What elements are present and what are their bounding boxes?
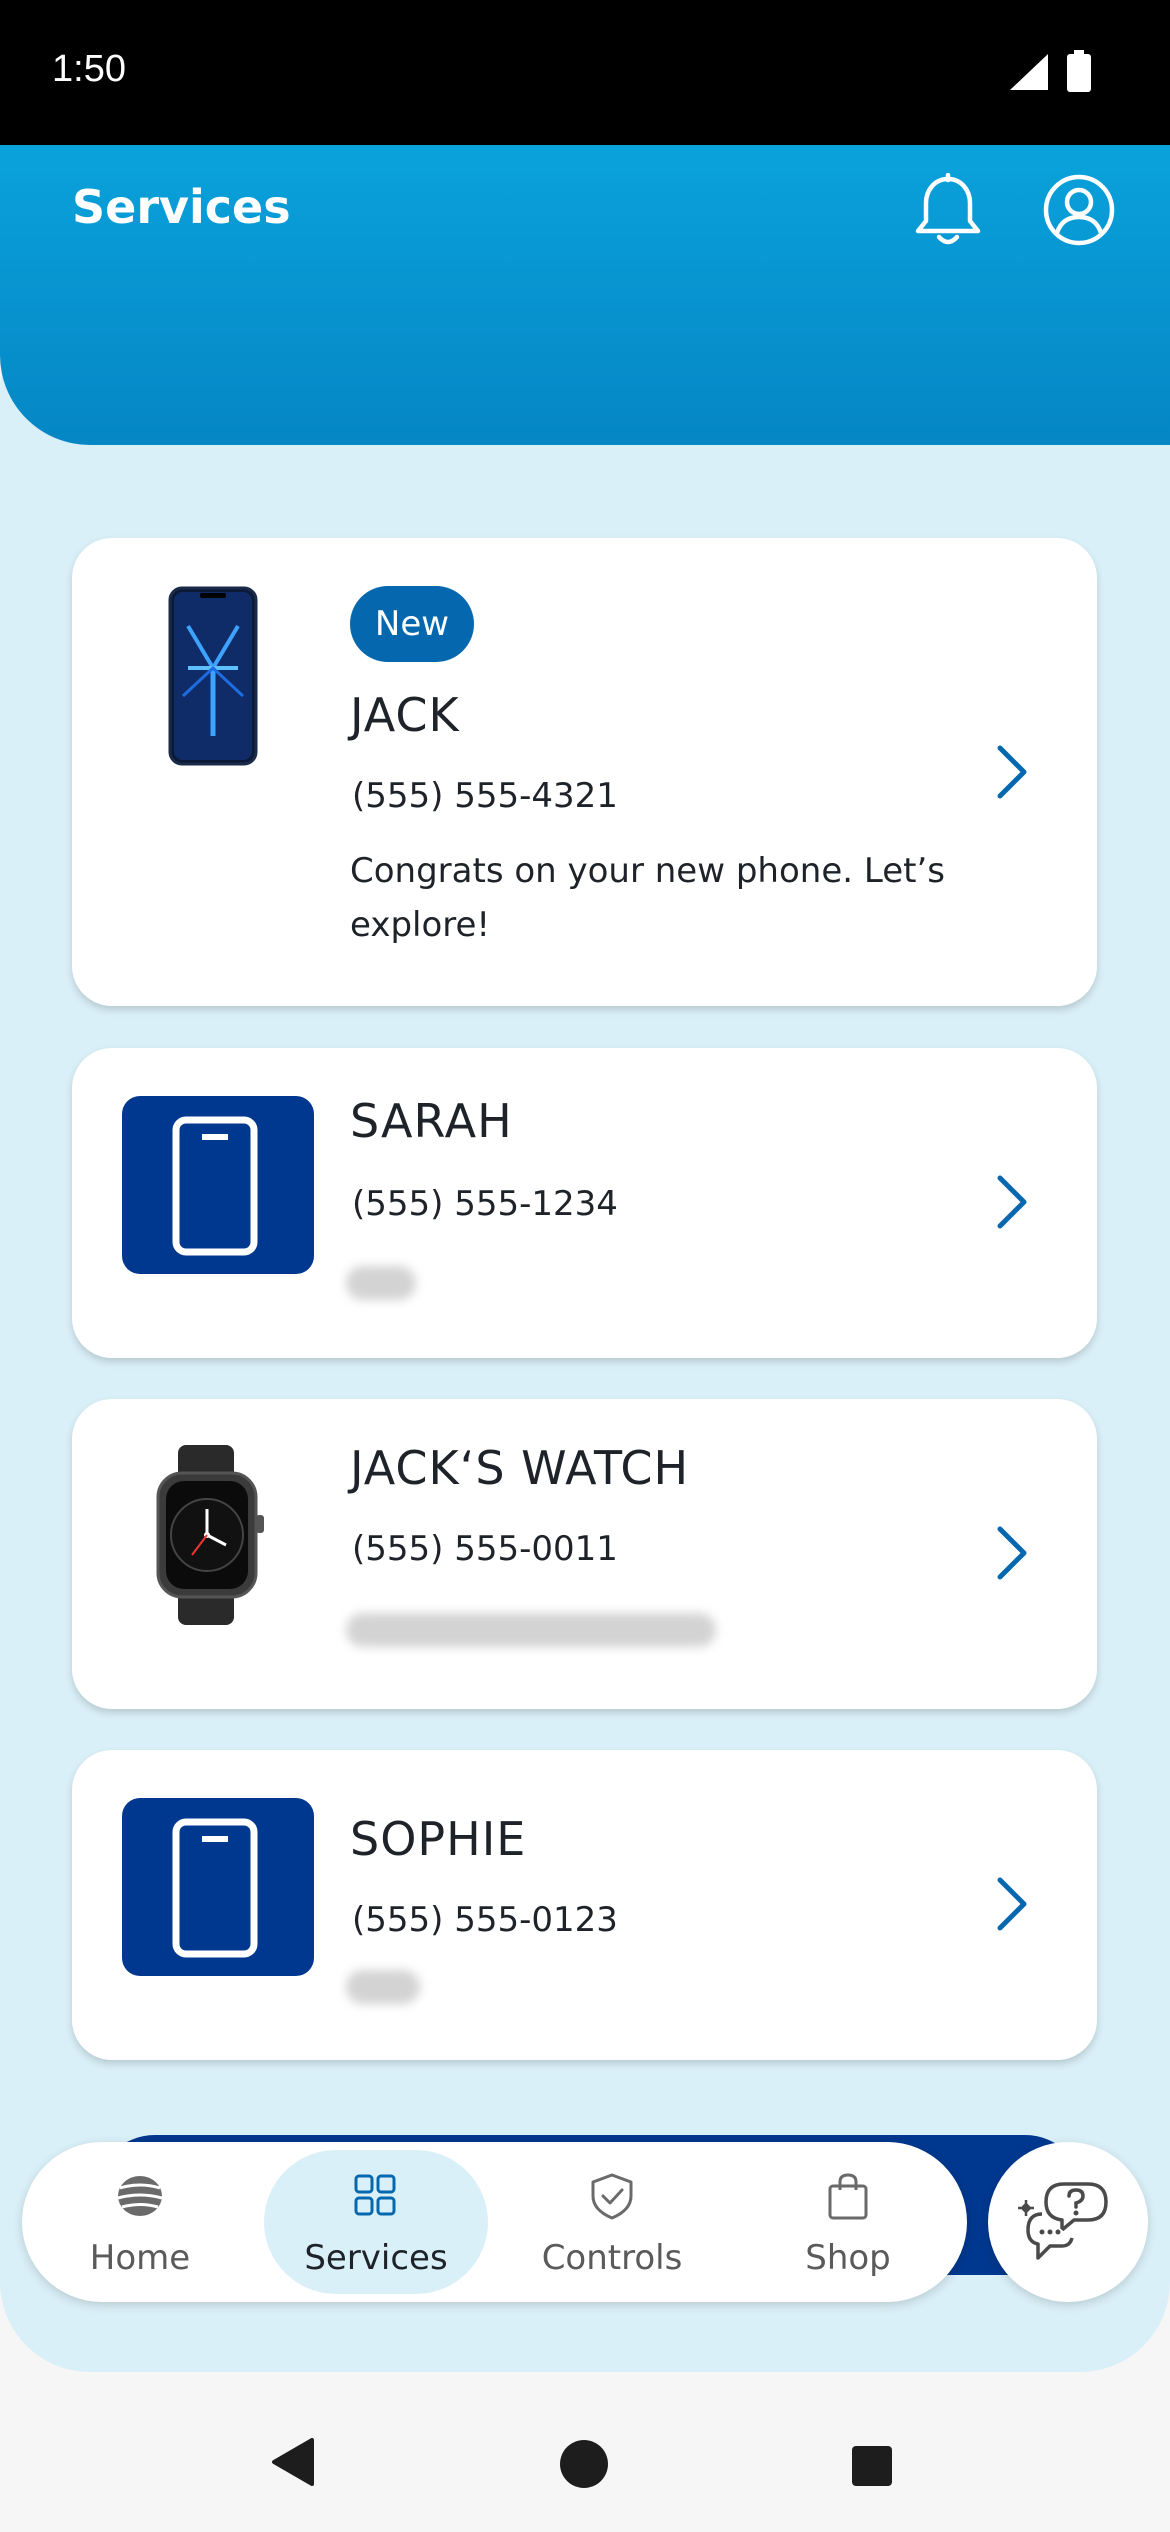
line-message: Congrats on your new phone. Let’s explor…: [350, 851, 945, 945]
line-card-watch[interactable]: JACK‘S WATCH (555) 555-0011: [72, 1399, 1097, 1709]
nav-label: Shop: [805, 2238, 891, 2278]
line-name: SOPHIE: [350, 1812, 527, 1866]
att-globe-icon: [117, 2176, 163, 2216]
line-name: JACK‘S WATCH: [350, 1441, 690, 1495]
line-name: SARAH: [350, 1094, 513, 1148]
chevron-right-icon[interactable]: [992, 1876, 1032, 1932]
nav-label: Services: [304, 2238, 448, 2278]
content-area: Wireless New JACK (555) 555-4321 Congrat…: [0, 302, 1170, 2372]
line-name: JACK: [350, 688, 460, 742]
chat-help-icon: [1018, 2182, 1108, 2260]
back-icon[interactable]: [270, 2438, 316, 2486]
status-time: 1:50: [52, 48, 126, 90]
nav-item-home[interactable]: Home: [28, 2150, 252, 2294]
nav-label: Home: [89, 2238, 191, 2278]
home-circle-icon[interactable]: [558, 2438, 610, 2490]
chevron-right-icon[interactable]: [992, 1174, 1032, 1230]
page-title: Services: [72, 180, 291, 234]
blurred-text: [346, 1970, 420, 2004]
line-phone: (555) 555-0011: [352, 1529, 618, 1569]
system-nav-bar: [0, 2392, 1170, 2532]
iphone-image: [168, 586, 258, 766]
shield-check-icon: [591, 2173, 633, 2220]
nav-item-shop[interactable]: Shop: [736, 2150, 960, 2294]
profile-icon[interactable]: [1042, 173, 1116, 247]
new-badge: New: [350, 586, 474, 662]
battery-icon: [1067, 50, 1091, 92]
shopping-bag-icon: [828, 2173, 868, 2220]
recents-icon[interactable]: [850, 2444, 894, 2488]
line-phone: (555) 555-1234: [352, 1184, 618, 1224]
blurred-text: [346, 1613, 716, 1647]
chevron-right-icon[interactable]: [992, 1525, 1032, 1581]
line-phone: (555) 555-4321: [352, 776, 618, 816]
bell-icon[interactable]: [912, 173, 984, 249]
phone-tile-icon: [122, 1096, 314, 1274]
watch-image: [156, 1445, 264, 1625]
app-header: Services: [0, 145, 1170, 445]
blurred-text: [346, 1266, 416, 1300]
bottom-nav: Home Services Controls Shop: [22, 2142, 967, 2302]
phone-tile-icon: [122, 1798, 314, 1976]
nav-item-controls[interactable]: Controls: [500, 2150, 724, 2294]
line-card-sarah[interactable]: SARAH (555) 555-1234: [72, 1048, 1097, 1358]
nav-label: Controls: [541, 2238, 683, 2278]
signal-icon: [1010, 54, 1048, 90]
line-card-jack[interactable]: New JACK (555) 555-4321 Congrats on your…: [72, 538, 1097, 1006]
line-phone: (555) 555-0123: [352, 1900, 618, 1940]
assistant-chat-button[interactable]: [988, 2142, 1148, 2302]
line-card-sophie[interactable]: SOPHIE (555) 555-0123: [72, 1750, 1097, 2060]
nav-item-services[interactable]: Services: [264, 2150, 488, 2294]
status-bar: 1:50: [0, 0, 1170, 145]
grid-icon: [354, 2174, 396, 2216]
chevron-right-icon[interactable]: [992, 744, 1032, 800]
